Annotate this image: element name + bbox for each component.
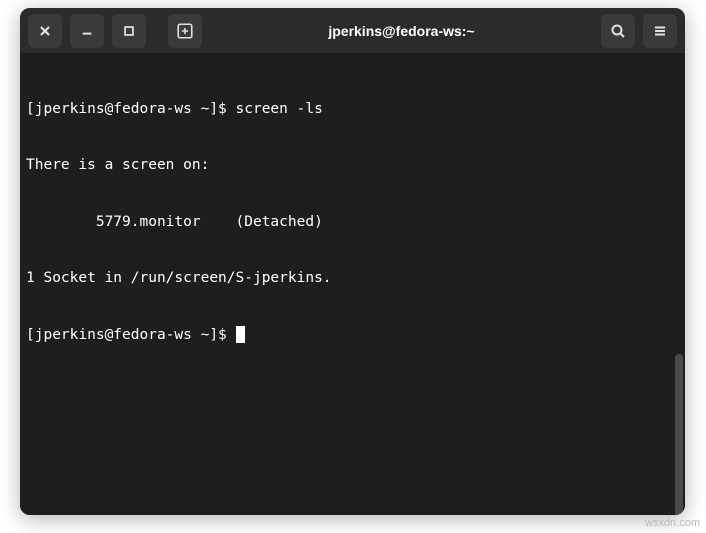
watermark: wsxdn.com	[645, 517, 700, 529]
terminal-window: jperkins@fedora-ws:~ [jperkins@fedora-ws…	[20, 8, 685, 515]
maximize-icon	[122, 24, 136, 38]
cursor	[236, 326, 245, 343]
window-title: jperkins@fedora-ws:~	[202, 23, 601, 39]
command-text: screen -ls	[236, 101, 323, 117]
close-button[interactable]	[28, 14, 62, 48]
prompt: [jperkins@fedora-ws ~]$	[26, 327, 236, 343]
search-button[interactable]	[601, 14, 635, 48]
maximize-button[interactable]	[112, 14, 146, 48]
close-icon	[37, 23, 53, 39]
window-controls-right	[601, 14, 677, 48]
new-tab-icon	[176, 22, 194, 40]
scrollbar[interactable]	[675, 354, 683, 515]
titlebar: jperkins@fedora-ws:~	[20, 8, 685, 54]
minimize-button[interactable]	[70, 14, 104, 48]
search-icon	[610, 23, 626, 39]
window-controls-left	[28, 14, 202, 48]
new-tab-button[interactable]	[168, 14, 202, 48]
terminal-body[interactable]: [jperkins@fedora-ws ~]$ screen -ls There…	[20, 54, 685, 515]
minimize-icon	[80, 24, 94, 38]
menu-button[interactable]	[643, 14, 677, 48]
terminal-output: 1 Socket in /run/screen/S-jperkins.	[26, 269, 679, 288]
terminal-output: 5779.monitor (Detached)	[26, 213, 679, 232]
terminal-line: [jperkins@fedora-ws ~]$ screen -ls	[26, 100, 679, 119]
terminal-line: [jperkins@fedora-ws ~]$	[26, 326, 679, 345]
terminal-output: There is a screen on:	[26, 156, 679, 175]
prompt: [jperkins@fedora-ws ~]$	[26, 101, 236, 117]
hamburger-icon	[652, 23, 668, 39]
